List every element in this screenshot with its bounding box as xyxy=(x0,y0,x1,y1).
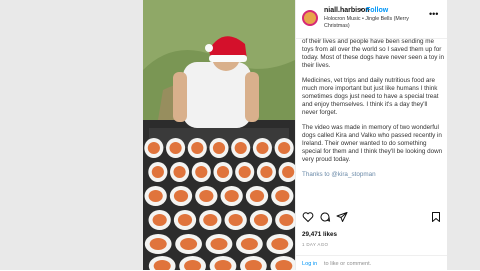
bowl-food xyxy=(147,142,160,154)
login-prompt: Log in to like or comment. xyxy=(296,255,448,271)
bowl-food xyxy=(282,166,295,178)
post-image-scene xyxy=(143,0,295,270)
bowl-food xyxy=(195,166,208,178)
action-bar xyxy=(302,211,442,225)
bookmark-icon[interactable] xyxy=(430,211,442,223)
music-label[interactable]: Holocron Music • Jingle Bells (Merry Chr… xyxy=(324,16,420,30)
comment-icon[interactable] xyxy=(319,211,331,223)
bowl-food xyxy=(152,214,167,226)
post-panel: niall.harbison • Follow Holocron Music •… xyxy=(295,0,448,270)
caption-paragraph: Medicines, vet trips and daily nutritiou… xyxy=(302,77,439,116)
bowl-food xyxy=(278,142,291,154)
bowl-food xyxy=(260,166,273,178)
bowl-food xyxy=(210,238,228,250)
caption-paragraph: The video was made in memory of two wond… xyxy=(302,124,443,163)
bowl-food xyxy=(240,238,258,250)
separator-dot: • xyxy=(360,7,363,14)
avatar[interactable] xyxy=(302,10,318,26)
bowl-food xyxy=(224,190,239,202)
bowl-food xyxy=(148,190,163,202)
bowl-food xyxy=(212,142,226,154)
bowl-food xyxy=(149,238,167,250)
bowl-food xyxy=(203,214,218,226)
heart-icon[interactable] xyxy=(302,211,314,223)
more-options-icon[interactable]: ••• xyxy=(429,9,438,19)
bowl-food xyxy=(199,190,214,202)
bowl-food xyxy=(279,214,294,226)
bowl-food xyxy=(234,142,247,154)
post-image[interactable] xyxy=(143,0,295,270)
bowl-food xyxy=(238,166,251,178)
share-icon[interactable] xyxy=(336,211,348,223)
bowl-food xyxy=(253,214,269,226)
background-left xyxy=(0,0,143,270)
login-prompt-text: to like or comment. xyxy=(324,261,372,267)
login-link[interactable]: Log in xyxy=(302,261,317,267)
caption-paragraph: Thanks to @kira_stopman xyxy=(302,171,376,178)
bowl-food xyxy=(216,166,230,178)
caption-paragraph: of their lives and people have been send… xyxy=(302,38,444,69)
background-right xyxy=(447,0,480,270)
username[interactable]: niall.harbison xyxy=(324,7,370,14)
likes-count[interactable]: 29,471 likes xyxy=(302,231,337,238)
bowl-food xyxy=(271,238,289,250)
bowl-food xyxy=(169,142,182,154)
bowl-food xyxy=(177,214,193,226)
bowl-food xyxy=(191,142,204,154)
bowl-food xyxy=(173,190,189,202)
bowl-food xyxy=(275,190,290,202)
bowl-food xyxy=(256,142,269,154)
bowl-food xyxy=(249,190,265,202)
caption: of their lives and people have been send… xyxy=(302,38,444,204)
follow-button[interactable]: Follow xyxy=(366,7,388,14)
bowl-food xyxy=(151,166,164,178)
bowl-food xyxy=(173,166,186,178)
bowl-food xyxy=(180,238,198,250)
post-timestamp: 1 DAY AGO xyxy=(302,242,329,247)
post-header: niall.harbison • Follow Holocron Music •… xyxy=(296,0,448,39)
bowl-food xyxy=(228,214,243,226)
